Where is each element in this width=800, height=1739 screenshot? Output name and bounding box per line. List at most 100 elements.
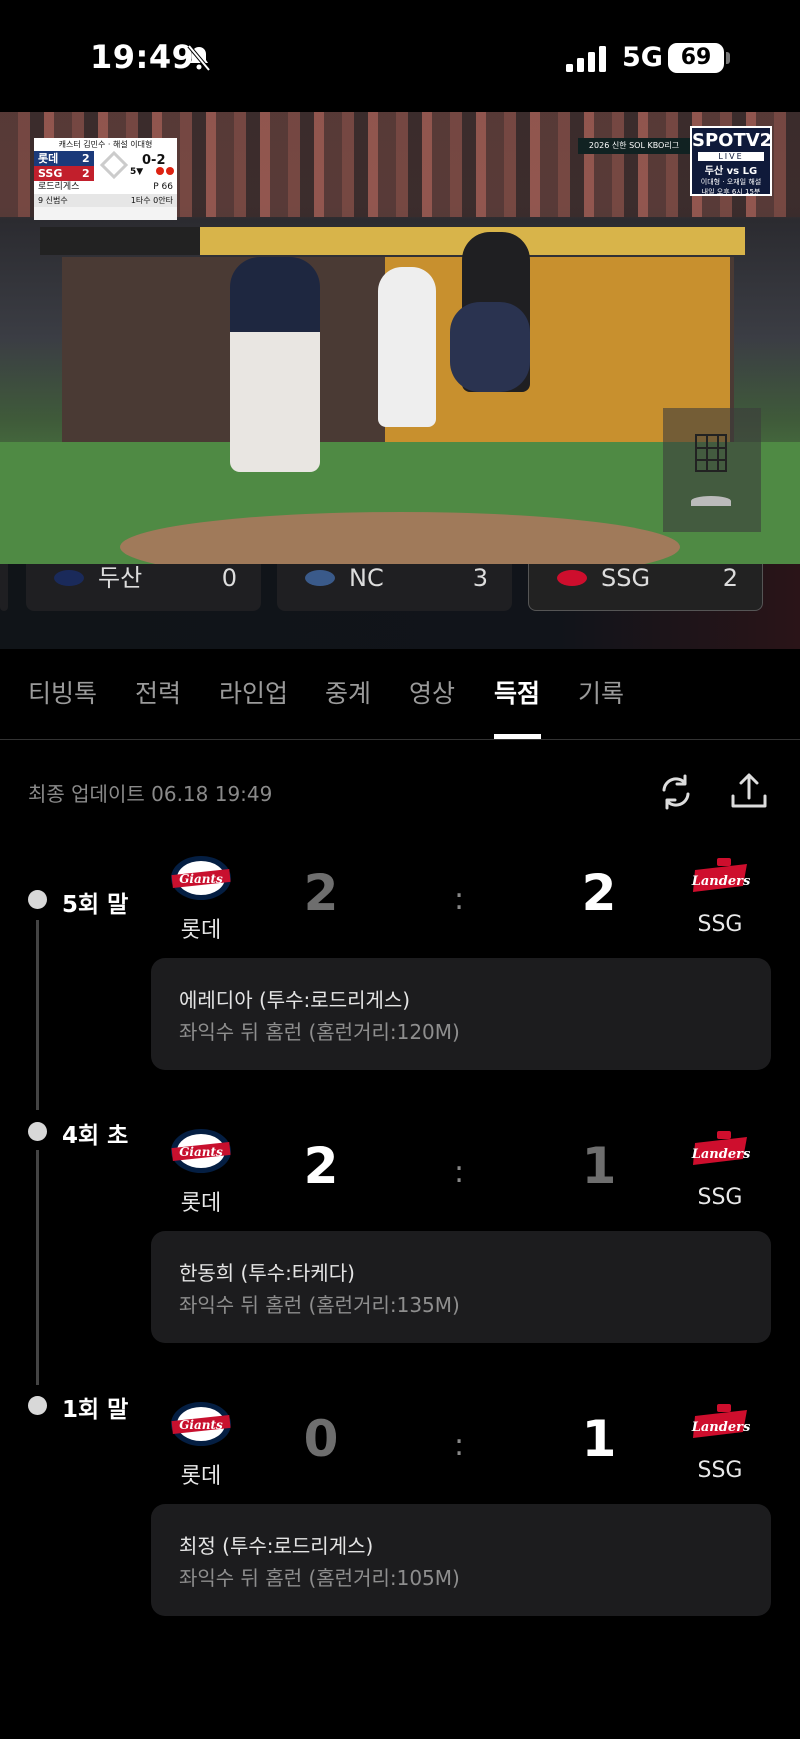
cellular-signal-icon [566, 46, 606, 72]
batter-figure [378, 267, 436, 427]
timeline-connector [36, 920, 39, 1110]
bases-diamond-icon [99, 150, 129, 180]
svg-text:Landers: Landers [691, 1147, 751, 1162]
tab-bar: 티빙톡 전력 라인업 중계 영상 득점 기록 [0, 660, 800, 740]
tab-power[interactable]: 전력 [135, 674, 181, 740]
other-games-strip: 두산 0 NC 3 SSG 2 [0, 564, 800, 649]
landers-logo-icon [557, 570, 587, 586]
game-card-score: 3 [472, 564, 488, 592]
pitcher-figure [230, 257, 320, 472]
svg-text:Landers: Landers [691, 1420, 751, 1435]
network-type: 5G [622, 42, 663, 73]
home-score: 1 [581, 1410, 617, 1468]
channel-badge: SPOTV2 LIVE 두산 vs LG 이대형 · 오재일 해설 내일 오후 … [690, 126, 772, 196]
active-tab-indicator [494, 734, 541, 739]
live-label: LIVE [698, 152, 764, 161]
next-game: 두산 vs LG [704, 166, 758, 177]
scorebug-pitcher: 로드리게스 [38, 182, 80, 192]
dinos-logo-icon [305, 570, 335, 586]
timeline-dot [28, 1122, 47, 1141]
next-commentators: 이대형 · 오재일 해설 [700, 178, 762, 186]
inning-label: 1회 말 [62, 1397, 129, 1423]
video-player[interactable]: 캐스터 김민수 · 해설 이대형 롯데 2 SSG 2 0-2 5▼ 로드리게스… [0, 112, 800, 564]
svg-text:Giants: Giants [179, 1145, 223, 1159]
game-card-team: NC [349, 564, 384, 592]
channel-name: SPOTV2 [692, 130, 773, 151]
bears-logo-icon [54, 570, 84, 586]
score-separator: : [454, 1428, 465, 1463]
timeline-connector [36, 1150, 39, 1385]
battery-indicator: 69 [668, 43, 724, 73]
home-plate-icon [691, 496, 731, 506]
home-team-name: SSG [697, 912, 743, 937]
status-time: 19:49 [90, 38, 195, 76]
game-card-partial[interactable] [0, 564, 8, 611]
tab-tving-talk[interactable]: 티빙톡 [28, 674, 97, 740]
out-indicator-icon [166, 167, 174, 175]
scorebug-home-score: 2 [82, 167, 90, 180]
game-card-active[interactable]: SSG 2 [528, 564, 763, 611]
scoring-description: 좌익수 뒤 홈런 (홈런거리:120M) [179, 1020, 460, 1044]
landers-logo-icon: Landers [691, 858, 751, 892]
away-score: 2 [303, 1137, 339, 1195]
giants-logo-icon: Giants [171, 1402, 231, 1446]
scoring-event-card: 최정 (투수:로드리게스) 좌익수 뒤 홈런 (홈런거리:105M) [151, 1504, 771, 1616]
home-score: 2 [581, 864, 617, 922]
share-icon[interactable] [727, 770, 771, 814]
scorebug-commentators: 캐스터 김민수 · 해설 이대형 [34, 138, 177, 151]
scorebug-batter: 9 신범수 [38, 196, 68, 205]
catcher-figure [450, 302, 530, 392]
game-card-team: SSG [601, 564, 651, 592]
tab-scoring[interactable]: 득점 [494, 674, 540, 740]
scoring-description: 좌익수 뒤 홈런 (홈런거리:105M) [179, 1566, 460, 1590]
home-score: 1 [581, 1137, 617, 1195]
tab-records[interactable]: 기록 [578, 674, 624, 740]
bell-muted-icon [187, 44, 211, 72]
next-time: 내일 오후 6시 15분 [701, 188, 761, 196]
status-bar: 19:49 5G 69 [0, 0, 800, 112]
home-team-name: SSG [697, 1185, 743, 1210]
game-card[interactable]: NC 3 [277, 564, 512, 611]
tab-lineup[interactable]: 라인업 [219, 674, 288, 740]
tab-video[interactable]: 영상 [409, 674, 455, 740]
scoring-player: 에레디아 (투수:로드리게스) [179, 988, 411, 1012]
strike-zone-grid-icon [695, 434, 727, 472]
tab-broadcast[interactable]: 중계 [325, 674, 371, 740]
scoring-event-card: 에레디아 (투수:로드리게스) 좌익수 뒤 홈런 (홈런거리:120M) [151, 958, 771, 1070]
timeline-dot [28, 890, 47, 909]
away-score: 2 [303, 864, 339, 922]
scoring-description: 좌익수 뒤 홈런 (홈런거리:135M) [179, 1293, 460, 1317]
scorebug-pitcher-row: 로드리게스 P 66 [34, 181, 177, 194]
timeline-dot [28, 1396, 47, 1415]
refresh-icon[interactable] [654, 770, 698, 814]
landers-logo-icon: Landers [691, 1404, 751, 1438]
scorebug-game-state: 0-2 5▼ [94, 150, 177, 181]
game-card-score: 0 [221, 564, 237, 592]
score-separator: : [454, 882, 465, 917]
scorebug-inning: 5▼ [130, 167, 144, 177]
away-score: 0 [303, 1410, 339, 1468]
home-team-name: SSG [697, 1458, 743, 1483]
scorebug-away-score: 2 [82, 152, 90, 165]
svg-text:Giants: Giants [179, 1418, 223, 1432]
score-separator: : [454, 1155, 465, 1190]
strike-zone-overlay[interactable] [663, 408, 761, 532]
scorebug-batter-row: 9 신범수 1타수 0안타 [34, 194, 177, 207]
inning-label: 4회 초 [62, 1123, 129, 1149]
scorebug-home-team: SSG [38, 167, 63, 180]
scorebug-batter-record: 1타수 0안타 [130, 196, 173, 205]
scorebug-pitch-count: P 66 [153, 182, 173, 192]
game-card-team: 두산 [98, 564, 143, 592]
out-indicator-icon [156, 167, 164, 175]
away-team-name: 롯데 [180, 1464, 222, 1489]
scoring-player: 최정 (투수:로드리게스) [179, 1534, 374, 1558]
svg-text:Landers: Landers [691, 874, 751, 889]
giants-logo-icon: Giants [171, 856, 231, 900]
game-card[interactable]: 두산 0 [26, 564, 261, 611]
giants-logo-icon: Giants [171, 1129, 231, 1173]
broadcast-scorebug: 캐스터 김민수 · 해설 이대형 롯데 2 SSG 2 0-2 5▼ 로드리게스… [34, 138, 177, 220]
landers-logo-icon: Landers [691, 1131, 751, 1165]
scoring-player: 한동희 (투수:타케다) [179, 1261, 355, 1285]
inning-label: 5회 말 [62, 892, 129, 918]
ad-board-dark [40, 227, 200, 255]
